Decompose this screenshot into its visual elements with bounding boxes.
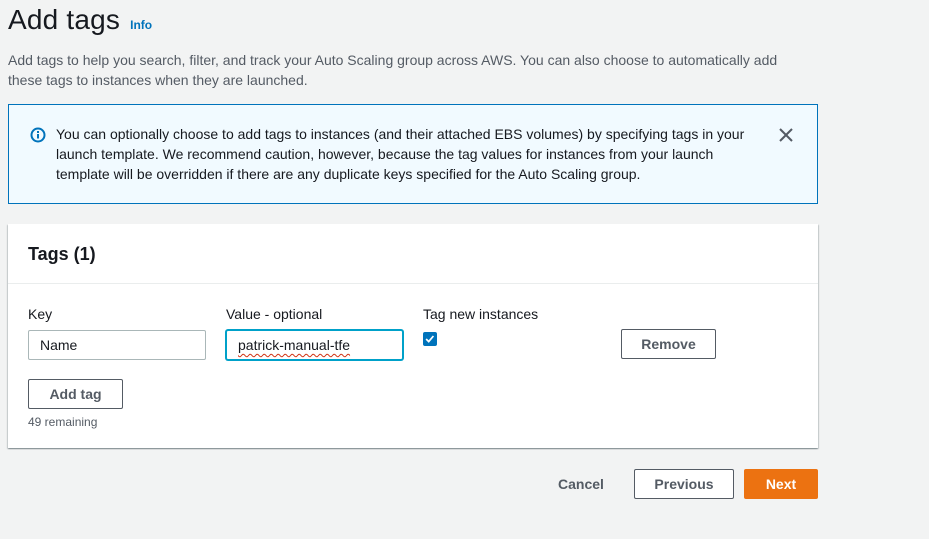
remove-tag-button[interactable]: Remove [621, 329, 716, 359]
alert-text: You can optionally choose to add tags to… [56, 126, 745, 182]
tag-key-input[interactable]: Name [28, 330, 206, 360]
tags-card-title: Tags (1) [28, 244, 96, 264]
tag-key-value: Name [40, 337, 78, 353]
key-label: Key [28, 306, 53, 322]
info-circle-icon [30, 127, 46, 143]
tags-card-header: Tags (1) [8, 224, 818, 284]
info-link[interactable]: Info [130, 18, 152, 32]
title-row: Add tags Info [8, 4, 152, 36]
value-label: Value - optional [226, 306, 323, 322]
tags-card: Tags (1) Key Value - optional Tag new in… [8, 224, 818, 448]
page-description: Add tags to help you search, filter, and… [8, 52, 778, 88]
tag-new-instances-label: Tag new instances [423, 306, 539, 322]
tag-value-input[interactable]: patrick-manual-tfe [226, 330, 403, 360]
add-tags-page: Add tags Info Add tags to help you searc… [0, 0, 929, 539]
tag-value-value: patrick-manual-tfe [238, 337, 351, 353]
previous-button[interactable]: Previous [634, 469, 734, 499]
cancel-button[interactable]: Cancel [558, 476, 604, 492]
tag-new-instances-checkbox[interactable] [423, 332, 437, 346]
info-alert: You can optionally choose to add tags to… [8, 104, 818, 204]
close-icon[interactable] [777, 126, 795, 144]
checkmark-icon [425, 335, 435, 343]
tags-remaining: 49 remaining [28, 415, 98, 429]
page-title: Add tags [8, 4, 121, 35]
next-button[interactable]: Next [744, 469, 818, 499]
add-tag-button[interactable]: Add tag [28, 379, 123, 409]
